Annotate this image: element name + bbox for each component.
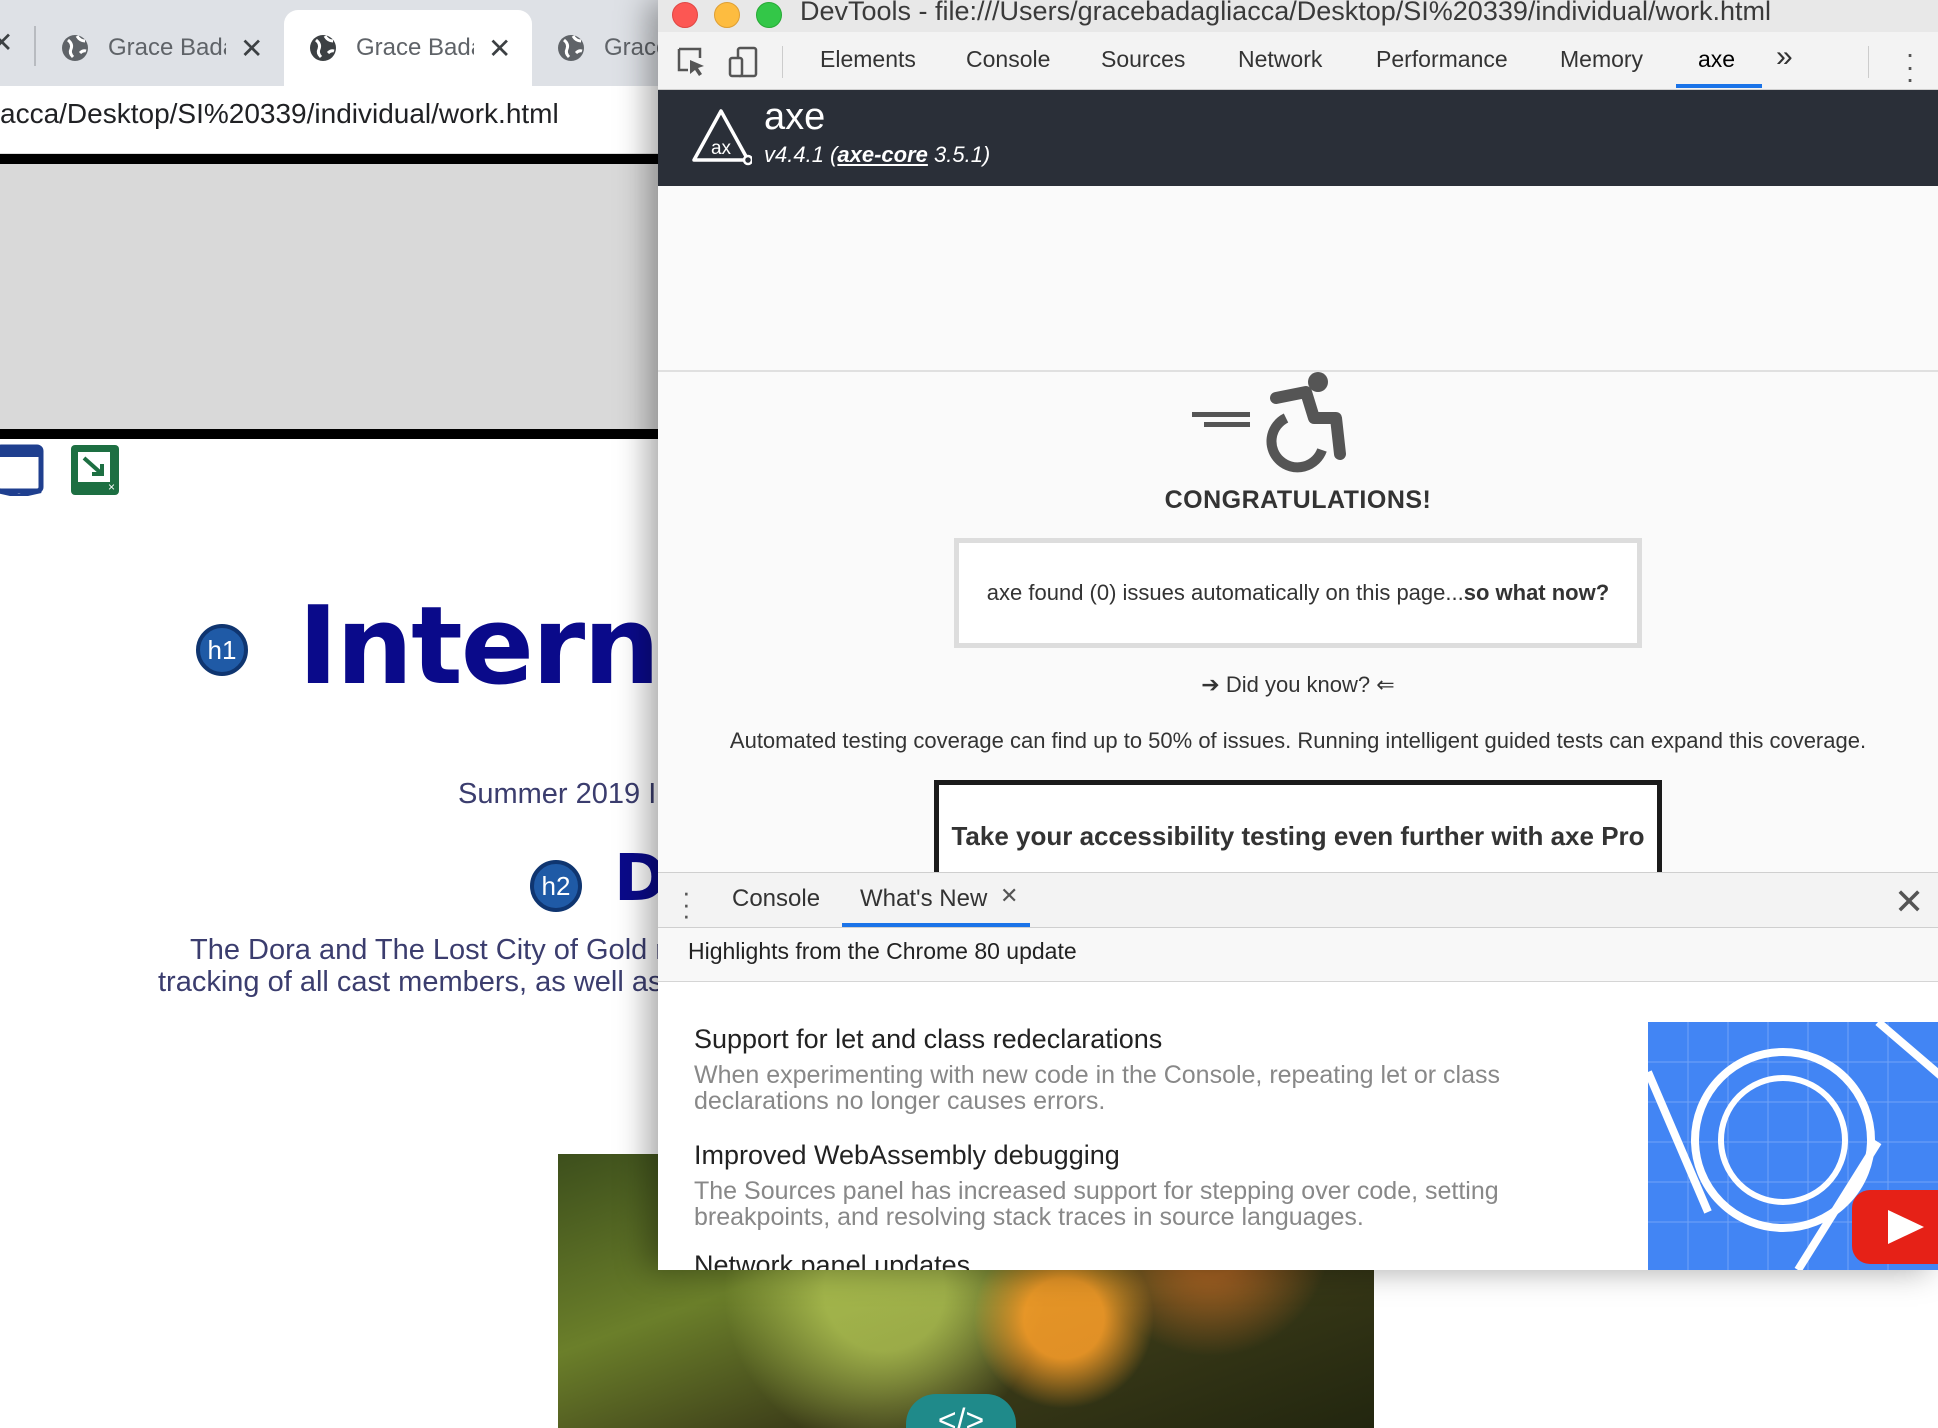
close-tab-icon[interactable]: ✕ [1000, 883, 1018, 909]
page-paragraph-line: The Dora and The Lost City of Gold r [190, 934, 665, 966]
tab-memory[interactable]: Memory [1560, 46, 1643, 73]
globe-icon [558, 35, 584, 61]
heading-level-badge: h1 [196, 624, 248, 676]
congratulations-heading: CONGRATULATIONS! [1164, 486, 1432, 514]
did-you-know: ➔ Did you know? ⇐ [1201, 672, 1395, 697]
tab-title: Grace Badagliacca [108, 34, 226, 61]
devtools-window: DevTools - file:///Users/gracebadagliacc… [658, 0, 1938, 1270]
close-drawer-icon[interactable]: ✕ [1894, 881, 1924, 923]
page-paragraph-line: tracking of all cast members, as well as [158, 966, 663, 998]
device-toolbar-icon[interactable] [728, 46, 760, 78]
tab-close-icon[interactable]: ✕ [488, 32, 511, 65]
feature-description: When experimenting with new code in the … [694, 1061, 1500, 1089]
accessibility-icon [1192, 372, 1346, 473]
browser-tab-bar: ✕ Grace Badagliacca ✕ Grace Badagliacca … [0, 0, 722, 86]
inspect-element-icon[interactable] [676, 46, 708, 78]
drawer-selected-tab-indicator [842, 923, 1030, 927]
selected-tab-indicator [1676, 84, 1762, 88]
chrome-80-video-thumbnail[interactable] [1648, 1022, 1938, 1270]
tab-network[interactable]: Network [1238, 46, 1322, 73]
feature-title[interactable]: Support for let and class redeclarations [694, 1024, 1162, 1055]
toolbar-divider [1868, 46, 1869, 78]
globe-icon [310, 35, 336, 61]
drawer-menu-icon[interactable]: · · · [682, 879, 691, 928]
whats-new-content: Support for let and class redeclarations… [658, 982, 1938, 1270]
browser-tab-1[interactable]: Grace Badagliacca ✕ [36, 10, 276, 86]
feature-description: breakpoints, and resolving stack traces … [694, 1203, 1364, 1231]
chrome-80-graphic [1648, 1022, 1938, 1270]
drawer-tab-whats-new[interactable]: What's New [860, 885, 987, 913]
window-title: DevTools - file:///Users/gracebadagliacc… [800, 0, 1771, 26]
code-icon[interactable]: </> [906, 1394, 1016, 1428]
toolbar-divider [782, 46, 783, 78]
feature-description: The Sources panel has increased support … [694, 1177, 1499, 1205]
axe-name: axe [764, 96, 826, 138]
page-subheading: Summer 2019 I [458, 778, 657, 810]
tab-close-icon[interactable]: ✕ [0, 26, 13, 59]
customize-menu-icon[interactable]: · · · [1900, 40, 1920, 93]
feature-title[interactable]: Improved WebAssembly debugging [694, 1140, 1120, 1171]
svg-text:ax: ax [711, 138, 732, 159]
issues-summary-box: axe found (0) issues automatically on th… [954, 538, 1642, 648]
maximize-window-button[interactable] [756, 2, 782, 28]
calendar-icon[interactable] [0, 444, 44, 496]
tab-sources[interactable]: Sources [1101, 46, 1185, 73]
devtools-toolbar: Elements Console Sources Network Perform… [658, 32, 1938, 93]
drawer-tab-console[interactable]: Console [732, 885, 820, 913]
feature-description: declarations no longer causes errors. [694, 1087, 1106, 1115]
minimize-window-button[interactable] [714, 2, 740, 28]
tab-elements[interactable]: Elements [820, 46, 916, 73]
devtools-title-bar: DevTools - file:///Users/gracebadagliacc… [658, 0, 1938, 32]
more-tabs-icon[interactable]: » [1776, 40, 1793, 74]
axe-version: v4.4.1 (axe-core 3.5.1) [764, 142, 990, 168]
feature-title[interactable]: Network panel updates [694, 1250, 970, 1270]
tab-console[interactable]: Console [966, 46, 1050, 73]
drawer-tab-bar: · · · Console What's New ✕ ✕ [658, 872, 1938, 928]
axe-header: ax axe v4.4.1 (axe-core 3.5.1) [658, 90, 1938, 186]
address-text: acca/Desktop/SI%20339/individual/work.ht… [0, 98, 559, 129]
so-what-now-link[interactable]: so what now? [1464, 580, 1609, 606]
issues-summary-text: axe found (0) issues automatically on th… [986, 580, 1464, 605]
browser-tab-2[interactable]: Grace Badagliacca ✕ [284, 10, 532, 86]
core-version: 3.5.1) [927, 142, 991, 167]
tab-title: Grace Badagliacca [356, 34, 474, 61]
axe-pro-promo[interactable]: Take your accessibility testing even fur… [934, 780, 1662, 872]
axe-panel: CONGRATULATIONS! axe found (0) issues au… [658, 186, 1938, 872]
hero-placeholder [0, 154, 690, 439]
axe-logo-icon: ax [692, 109, 752, 166]
excel-icon[interactable]: × [70, 444, 120, 496]
tab-close-icon[interactable]: ✕ [240, 32, 263, 65]
close-window-button[interactable] [672, 2, 698, 28]
tab-performance[interactable]: Performance [1376, 46, 1508, 73]
version-text: v4.4.1 ( [764, 142, 838, 167]
tab-axe[interactable]: axe [1698, 46, 1735, 73]
whats-new-header: Highlights from the Chrome 80 update [658, 928, 1938, 982]
heading-level-badge: h2 [530, 860, 582, 912]
coverage-text: Automated testing coverage can find up t… [729, 728, 1867, 753]
address-bar[interactable]: acca/Desktop/SI%20339/individual/work.ht… [0, 86, 700, 154]
axe-core-link[interactable]: axe-core [837, 142, 928, 167]
globe-icon [62, 35, 88, 61]
svg-text:×: × [108, 480, 115, 494]
